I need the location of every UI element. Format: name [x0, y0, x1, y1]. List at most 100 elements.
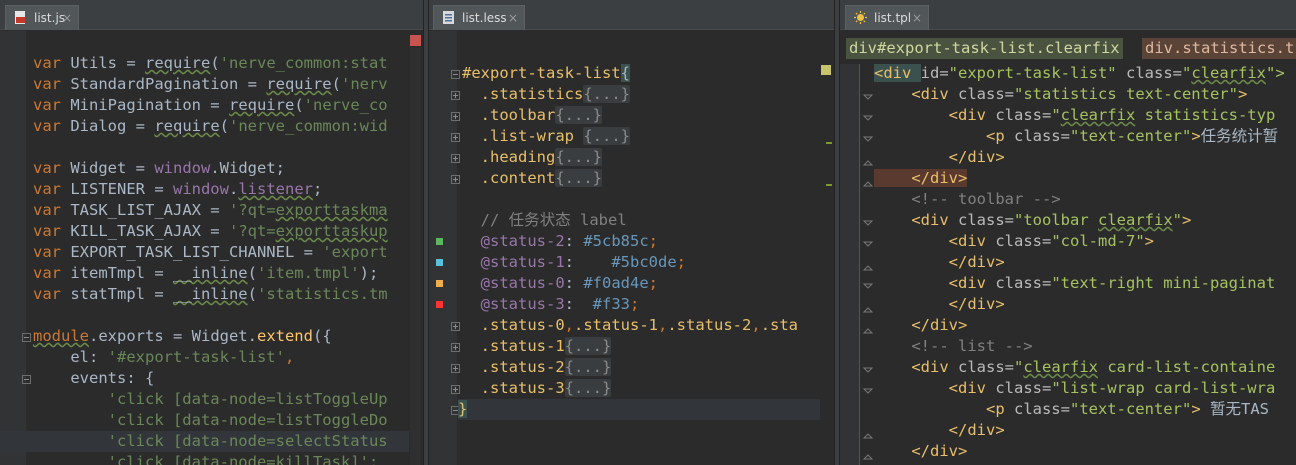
- code-line: <p class="text-center"> 暂无TAS: [874, 400, 1269, 418]
- tab-label: list.tpl: [874, 11, 912, 25]
- expand-fold-icon[interactable]: [451, 154, 460, 163]
- code-line: module.exports = Widget.extend({: [33, 327, 332, 345]
- code-line: #export-task-list{: [462, 64, 630, 82]
- expand-fold-icon[interactable]: [451, 112, 460, 121]
- line-gutter: [840, 64, 860, 465]
- code-line: <div class="clearfix card-list-containe: [874, 358, 1276, 376]
- expand-fold-icon[interactable]: [451, 343, 460, 352]
- code-line: <!-- list -->: [874, 337, 1033, 355]
- code-area-tpl[interactable]: <div id="export-task-list" class="clearf…: [874, 63, 1296, 465]
- expand-fold-icon[interactable]: [451, 133, 460, 142]
- gutter-border: [859, 64, 860, 465]
- editor-pane-less[interactable]: list.less × #export-task-list{ .statisti…: [429, 0, 834, 465]
- tab-label: list.less: [462, 11, 507, 25]
- code-line: .status-2{...}: [462, 358, 612, 376]
- color-swatch-status-2: [436, 238, 443, 245]
- tab-list-js[interactable]: list.js ×: [5, 5, 79, 30]
- code-line: .statistics{...}: [462, 85, 630, 103]
- code-line: 'click [data-node=killTask]':: [107, 453, 379, 465]
- code-area-js[interactable]: var Utils = require('nerve_common:stat v…: [0, 53, 409, 465]
- tab-bar-tpl: list.tpl ×: [840, 0, 1296, 30]
- code-line: <div id="export-task-list" class="clearf…: [874, 64, 1285, 82]
- code-line: var LISTENER = window.listener;: [33, 180, 323, 198]
- line-gutter: [0, 31, 26, 465]
- expand-fold-icon[interactable]: [451, 175, 460, 184]
- fold-markers: [862, 94, 874, 460]
- code-line: 'click [data-node=listToggleUp: [107, 390, 388, 408]
- code-line: <p class="text-center">任务统计暂: [874, 127, 1279, 145]
- code-line: </div>: [874, 169, 968, 187]
- code-line: <div class="clearfix statistics-typ: [874, 106, 1276, 124]
- code-line: el: '#export-task-list',: [33, 348, 295, 366]
- code-line: var MiniPagination = require('nerve_co: [33, 96, 388, 114]
- code-line: @status-0: #f0ad4e;: [462, 274, 658, 292]
- fold-toggle-icon[interactable]: [22, 333, 31, 342]
- close-tab-icon[interactable]: ×: [912, 6, 922, 30]
- color-swatch-status-3: [436, 301, 443, 308]
- tab-bar-js: list.js ×: [0, 0, 423, 30]
- code-line: events: {: [33, 369, 155, 387]
- fold-toggle-icon[interactable]: [451, 70, 460, 79]
- code-line: </div>: [874, 148, 1005, 166]
- tab-list-less[interactable]: list.less ×: [433, 5, 525, 30]
- code-line: </div>: [874, 316, 968, 334]
- code-line: .toolbar{...}: [462, 106, 602, 124]
- code-line: var Utils = require('nerve_common:stat: [33, 54, 388, 72]
- scroll-marker: [826, 184, 832, 186]
- code-line: @status-2: #5cb85c;: [462, 232, 658, 250]
- color-swatch-status-1: [436, 259, 443, 266]
- code-line: <div class="statistics text-center">: [874, 85, 1248, 103]
- inspection-status-marker[interactable]: [821, 65, 831, 75]
- code-line: 'click [data-node=listToggleDo: [107, 411, 388, 429]
- editor-pane-tpl[interactable]: list.tpl × div#export-task-list.clearfix…: [840, 0, 1296, 465]
- color-swatch-status-0: [436, 280, 443, 287]
- breadcrumb: div#export-task-list.clearfix div.statis…: [840, 31, 1296, 64]
- code-line: @status-1: #5bc0de;: [462, 253, 686, 271]
- error-stripe-marker[interactable]: [410, 35, 421, 46]
- less-file-icon: [443, 11, 454, 24]
- code-line: .content{...}: [462, 169, 602, 187]
- expand-fold-icon[interactable]: [451, 364, 460, 373]
- expand-fold-icon[interactable]: [451, 385, 460, 394]
- breadcrumb-item[interactable]: div.statistics.t: [1142, 38, 1296, 59]
- code-line: .status-0,.status-1,.status-2,.sta: [462, 316, 799, 334]
- scrollbar-track[interactable]: [410, 48, 421, 465]
- code-line: var StandardPagination = require('nerv: [33, 75, 388, 93]
- breadcrumb-item[interactable]: div#export-task-list.clearfix: [846, 38, 1123, 59]
- expand-fold-icon[interactable]: [451, 91, 460, 100]
- code-line: @status-3: #f33;: [462, 295, 640, 313]
- code-line: .status-3{...}: [462, 379, 612, 397]
- code-line: var EXPORT_TASK_LIST_CHANNEL = 'export: [33, 243, 388, 261]
- code-line: var KILL_TASK_AJAX = '?qt=exporttaskup: [33, 222, 388, 240]
- code-line: var itemTmpl = __inline('item.tmpl');: [33, 264, 379, 282]
- js-file-icon: [15, 11, 25, 24]
- editor-pane-js[interactable]: list.js × var Utils = require('nerve_com…: [0, 0, 423, 465]
- template-file-icon: [854, 11, 867, 24]
- code-line: <div class="col-md-7">: [874, 232, 1154, 250]
- code-line: <div class="toolbar clearfix">: [874, 211, 1192, 229]
- code-line: .status-1{...}: [462, 337, 612, 355]
- tab-label: list.js: [34, 11, 66, 25]
- code-line: <div class="list-wrap card-list-wra: [874, 379, 1276, 397]
- code-line: </div>: [874, 421, 1005, 439]
- tab-bar-less: list.less ×: [429, 0, 834, 30]
- expand-fold-icon[interactable]: [451, 322, 460, 331]
- code-line: </div>: [874, 295, 1005, 313]
- code-line-current: }: [458, 399, 820, 420]
- code-line: // 任务状态 label: [462, 211, 627, 229]
- close-tab-icon[interactable]: ×: [508, 6, 518, 30]
- code-line: </div>: [874, 442, 968, 460]
- code-line: .heading{...}: [462, 148, 602, 166]
- code-area-less[interactable]: #export-task-list{ .statistics{...} .too…: [458, 63, 820, 465]
- code-line: var TASK_LIST_AJAX = '?qt=exporttaskma: [33, 201, 388, 219]
- tab-list-tpl[interactable]: list.tpl ×: [845, 5, 929, 30]
- code-line: <div class="text-right mini-paginat: [874, 274, 1276, 292]
- code-line: .list-wrap {...}: [462, 127, 630, 145]
- code-line: var statTmpl = __inline('statistics.tm: [33, 285, 388, 303]
- code-line: <!-- toolbar -->: [874, 190, 1061, 208]
- code-line: var Dialog = require('nerve_common:wid: [33, 117, 388, 135]
- code-line-current: 'click [data-node=selectStatus: [0, 431, 409, 452]
- fold-toggle-icon[interactable]: [22, 375, 31, 384]
- close-tab-icon[interactable]: ×: [62, 6, 72, 30]
- scroll-marker: [826, 142, 832, 144]
